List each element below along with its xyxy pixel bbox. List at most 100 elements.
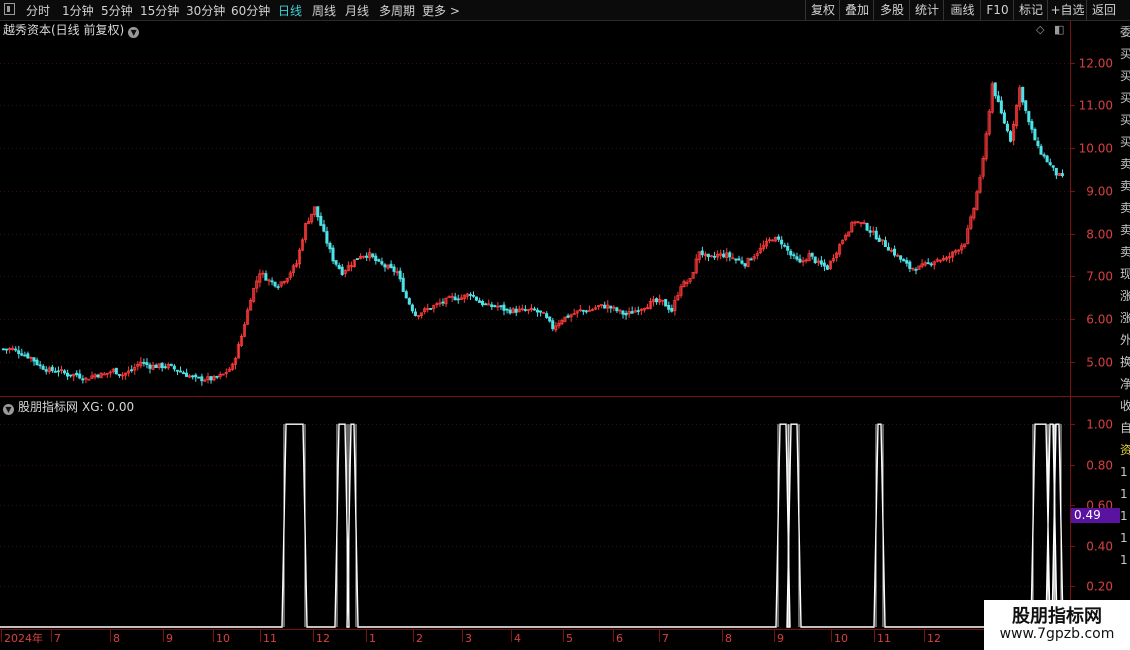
candle-body xyxy=(429,308,433,310)
candle-body xyxy=(273,281,277,287)
candle-body xyxy=(749,258,753,261)
candle-body xyxy=(819,260,823,265)
stock-title: 越秀资本(日线 前复权) xyxy=(3,23,125,37)
diamond-icon[interactable]: ◇ xyxy=(1036,23,1044,36)
candle-body xyxy=(822,262,826,267)
candle-body xyxy=(624,312,628,316)
candle-body xyxy=(383,264,387,268)
candle-body xyxy=(178,370,182,373)
candle-body xyxy=(566,315,570,318)
candle-body xyxy=(664,299,668,307)
candle-body xyxy=(175,369,179,372)
candle-body xyxy=(874,230,878,240)
candle-body xyxy=(56,370,60,373)
candle-body xyxy=(50,366,54,372)
candle-body xyxy=(62,370,66,374)
candle-body xyxy=(142,361,146,364)
candle-body xyxy=(548,316,552,322)
candle-body xyxy=(505,308,509,311)
quote-strip-char: 买 xyxy=(1120,135,1130,149)
candle-body xyxy=(154,364,158,369)
main-tick-label: 6.00 xyxy=(1086,313,1113,327)
candle-body xyxy=(117,374,121,376)
indicator-tick-label: 0.80 xyxy=(1086,459,1113,473)
main-tick-label: 11.00 xyxy=(1079,99,1113,113)
candle-body xyxy=(23,354,27,357)
candle-body xyxy=(508,309,512,314)
quote-strip-char: 买 xyxy=(1120,91,1130,105)
candle-body xyxy=(75,372,79,376)
candle-body xyxy=(1008,131,1013,142)
current-value-label: 0.49 xyxy=(1074,508,1101,522)
quote-strip-char: 卖 xyxy=(1120,201,1130,215)
candle-body xyxy=(499,305,503,308)
candle-body xyxy=(340,266,344,276)
candle-body xyxy=(401,277,405,292)
candle-body xyxy=(743,263,747,267)
chevron-down-icon[interactable]: ▼ xyxy=(128,27,140,38)
candle-body xyxy=(1005,123,1009,132)
main-chart-title: 越秀资本(日线 前复权) ▼ xyxy=(3,21,140,38)
candle-body xyxy=(365,255,369,258)
candle-body xyxy=(789,250,793,256)
candle-body xyxy=(337,264,341,269)
candle-body xyxy=(1060,173,1064,177)
candle-body xyxy=(96,374,100,378)
quote-strip-char: 买 xyxy=(1120,47,1130,61)
candle-body xyxy=(1042,154,1046,157)
chevron-down-icon[interactable]: ▼ xyxy=(3,404,14,415)
candle-body xyxy=(1039,145,1043,155)
quote-strip-char: 资 xyxy=(1120,443,1130,457)
candle-body xyxy=(197,376,201,379)
candle-body xyxy=(322,224,326,232)
candle-body xyxy=(899,255,903,260)
candle-body xyxy=(1045,155,1049,163)
panel-icon[interactable]: ◧ xyxy=(1054,23,1064,36)
watermark-url: www.7gpzb.com xyxy=(999,626,1115,642)
candle-body xyxy=(883,240,887,248)
x-tick-label: 4 xyxy=(514,632,521,645)
candle-body xyxy=(209,376,213,381)
quote-strip-char: 换 xyxy=(1120,355,1130,369)
candle-body xyxy=(902,259,906,262)
quote-strip-char: 买 xyxy=(1120,69,1130,83)
candle-body xyxy=(114,367,118,375)
candle-body xyxy=(780,239,784,245)
candle-body xyxy=(371,253,375,258)
candle-body xyxy=(328,242,332,250)
candle-body xyxy=(630,311,634,314)
candle-body xyxy=(1024,100,1028,111)
candle-body xyxy=(734,258,738,261)
candle-body xyxy=(868,230,872,233)
x-tick-label: 7 xyxy=(54,632,61,645)
candle-body xyxy=(4,348,9,351)
right-quote-strip: 委买买买买买卖卖卖卖卖现涨涨外换净收自资11111 xyxy=(1120,21,1130,650)
candle-body xyxy=(993,82,997,97)
main-tick-label: 8.00 xyxy=(1086,228,1113,242)
candle-body xyxy=(737,258,741,261)
candle-body xyxy=(407,298,411,305)
signal-layer xyxy=(0,423,1070,628)
candle-body xyxy=(377,259,381,262)
candle-body xyxy=(810,252,814,257)
candle-body xyxy=(194,374,198,378)
candle-body xyxy=(69,374,73,377)
x-tick-label: 2 xyxy=(416,632,423,645)
watermark-title: 股朋指标网 xyxy=(1012,606,1102,627)
candle-body xyxy=(1002,112,1006,124)
quote-strip-char: 涨 xyxy=(1120,289,1130,303)
kline-chart[interactable]: 5.006.007.008.009.0010.0011.0012.000.200… xyxy=(0,0,1120,650)
x-tick-label: 7 xyxy=(662,632,669,645)
quote-strip-char: 1 xyxy=(1120,509,1128,523)
quote-strip-char: 卖 xyxy=(1120,179,1130,193)
quote-strip-char: 1 xyxy=(1120,553,1128,567)
candle-body xyxy=(545,313,549,318)
candle-body xyxy=(471,294,475,297)
candle-body xyxy=(603,304,607,309)
candle-body xyxy=(908,261,912,269)
candle-body xyxy=(886,246,890,251)
candle-body xyxy=(584,310,588,313)
x-tick-label: 11 xyxy=(263,632,277,645)
quote-strip-char: 现 xyxy=(1120,267,1130,281)
candle-body xyxy=(270,280,274,283)
